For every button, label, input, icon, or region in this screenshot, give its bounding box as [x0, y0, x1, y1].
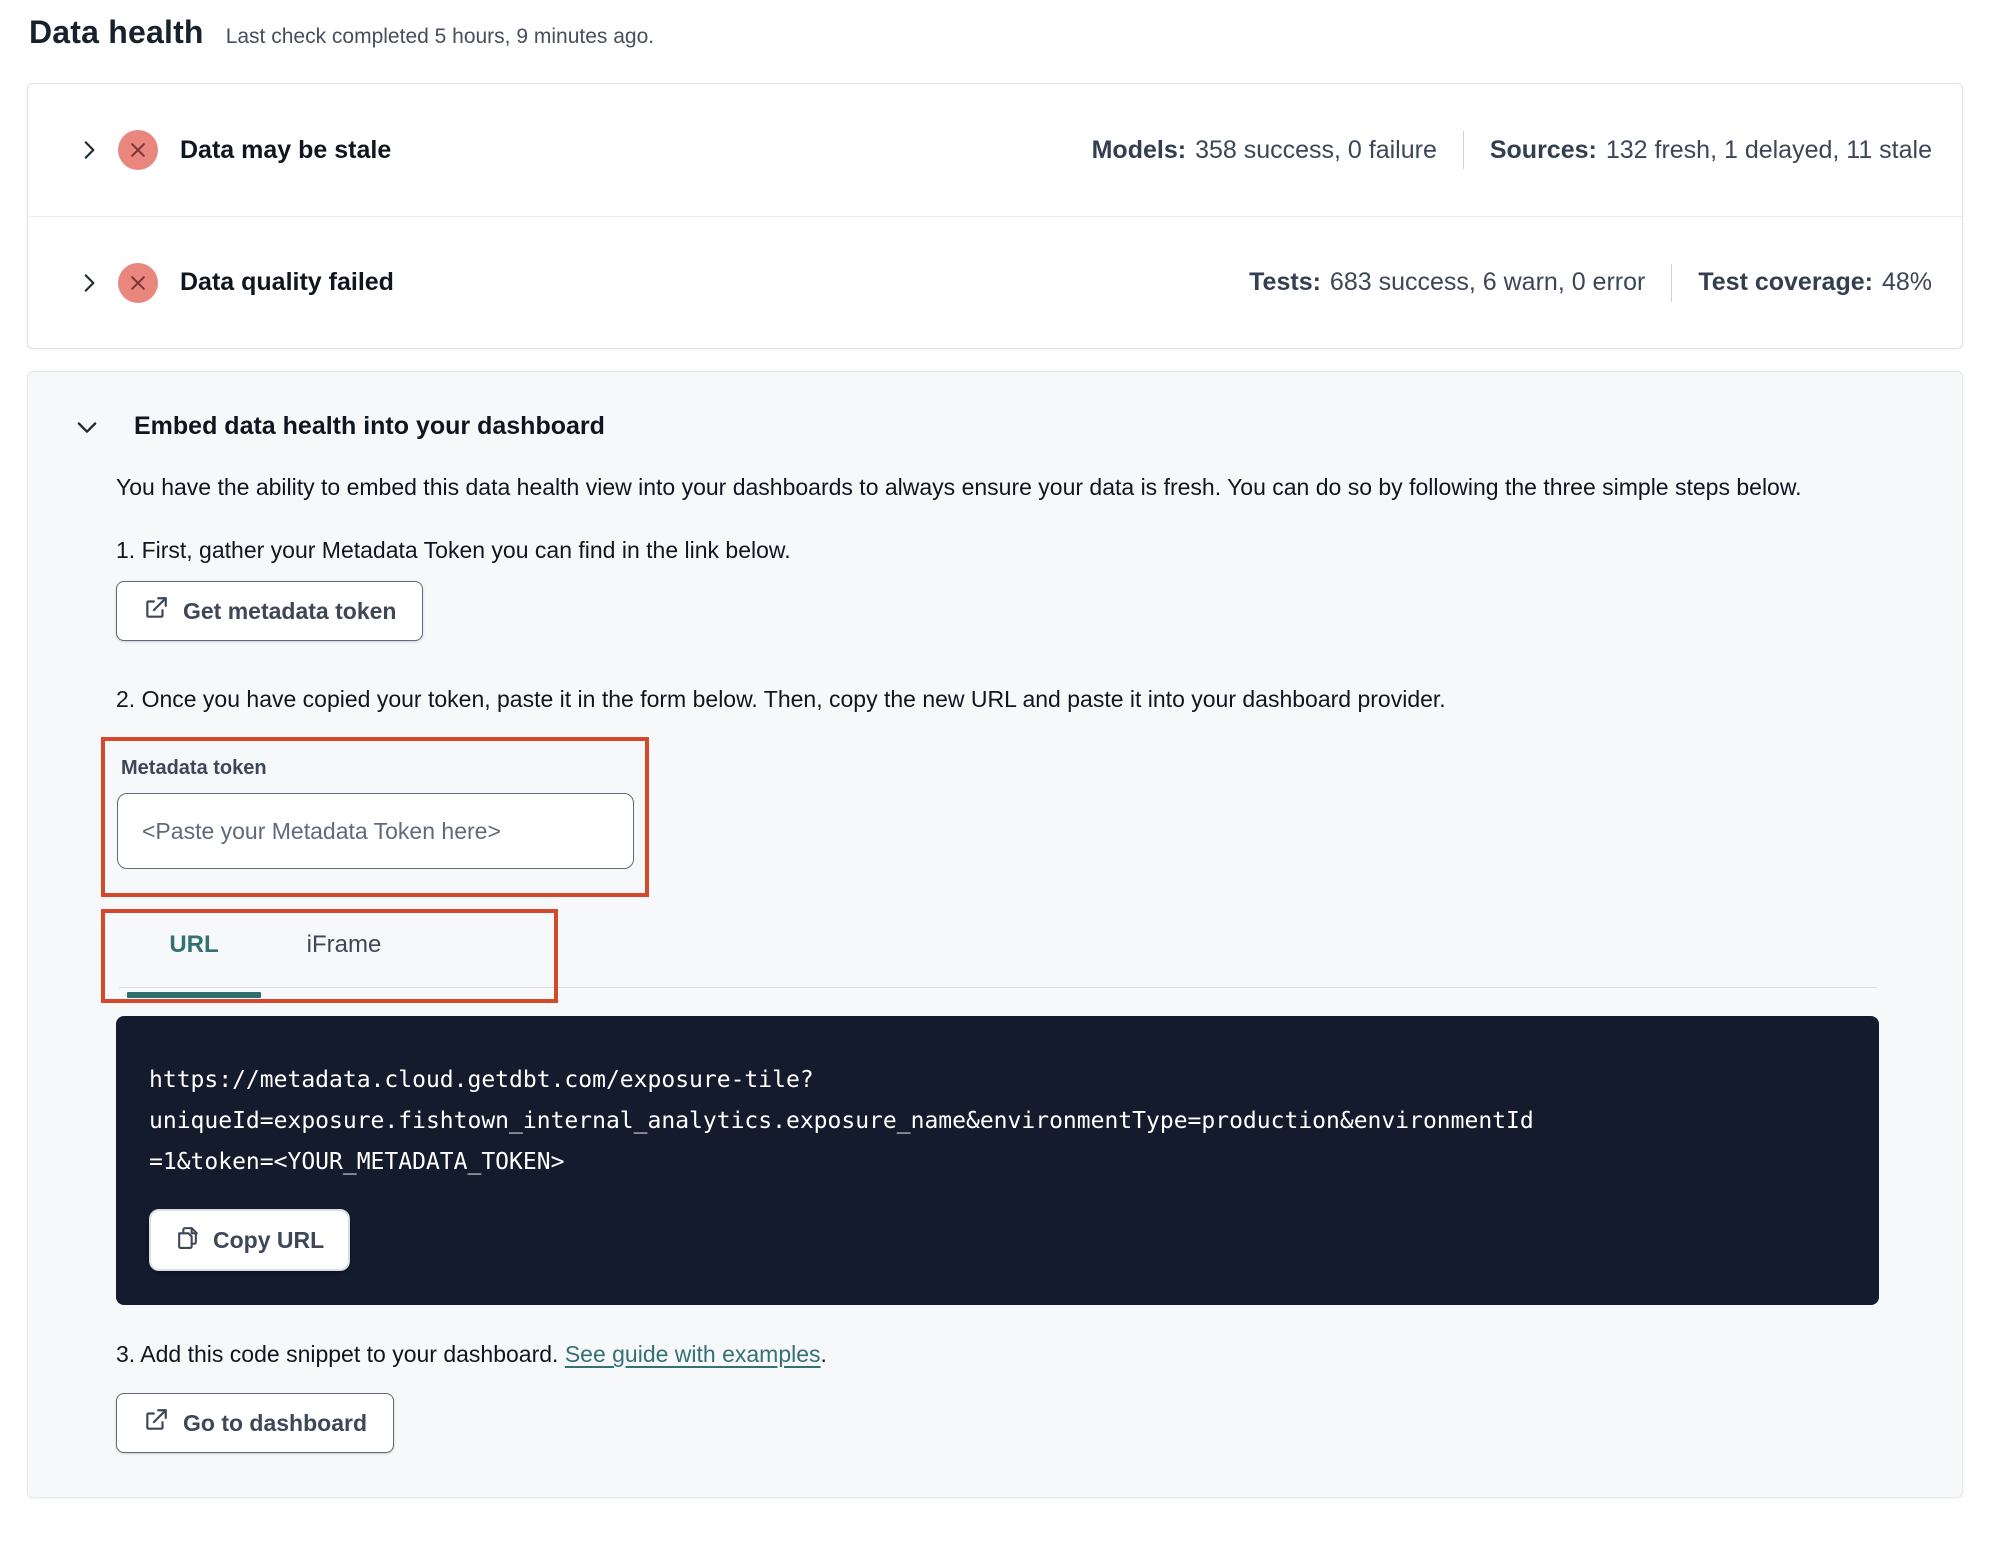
- step2-text: 2. Once you have copied your token, past…: [116, 686, 1446, 712]
- models-stat: Models: 358 success, 0 failure: [1092, 136, 1437, 165]
- tabs-row: URL iFrame: [101, 909, 1877, 998]
- embed-description: You have the ability to embed this data …: [116, 474, 1802, 500]
- external-link-icon: [143, 1407, 169, 1439]
- stat-label: Tests:: [1249, 268, 1321, 296]
- metadata-token-label: Metadata token: [121, 757, 267, 779]
- tab-url[interactable]: URL: [119, 909, 269, 998]
- button-label: Get metadata token: [183, 597, 397, 624]
- error-x-circle-icon: [118, 262, 158, 303]
- status-row-title: Data quality failed: [180, 268, 394, 296]
- last-check-status: Last check completed 5 hours, 9 minutes …: [225, 25, 655, 48]
- chevron-right-icon[interactable]: [76, 270, 102, 296]
- tests-stat: Tests: 683 success, 6 warn, 0 error: [1249, 268, 1645, 297]
- embed-url-code-block: https://metadata.cloud.getdbt.com/exposu…: [116, 1016, 1879, 1305]
- go-to-dashboard-button[interactable]: Go to dashboard: [116, 1393, 394, 1453]
- stat-value: 48%: [1881, 268, 1932, 296]
- step3-text-before: 3. Add this code snippet to your dashboa…: [116, 1341, 565, 1367]
- chevron-down-icon[interactable]: [73, 413, 101, 441]
- coverage-stat: Test coverage: 48%: [1698, 268, 1932, 297]
- embed-panel: Embed data health into your dashboard Yo…: [27, 371, 1963, 1498]
- embed-panel-title: Embed data health into your dashboard: [134, 412, 605, 440]
- error-x-circle-icon: [118, 130, 158, 170]
- external-link-icon: [143, 595, 169, 627]
- stat-divider: [1462, 131, 1464, 169]
- code-line: https://metadata.cloud.getdbt.com/exposu…: [149, 1067, 814, 1093]
- status-row-data-stale[interactable]: Data may be stale Models: 358 success, 0…: [28, 84, 1962, 216]
- embed-panel-header[interactable]: Embed data health into your dashboard: [73, 412, 1877, 441]
- step3-text-after: .: [820, 1341, 827, 1367]
- code-line: =1&token=<YOUR_METADATA_TOKEN>: [149, 1149, 565, 1175]
- get-metadata-token-button[interactable]: Get metadata token: [116, 581, 424, 641]
- stat-label: Test coverage:: [1698, 268, 1873, 296]
- stat-value: 358 success, 0 failure: [1195, 135, 1437, 164]
- data-health-page: Data health Last check completed 5 hours…: [0, 0, 1990, 1498]
- status-row-stats: Models: 358 success, 0 failure Sources: …: [1092, 131, 1932, 169]
- button-label: Go to dashboard: [183, 1409, 367, 1436]
- annotation-box-token: Metadata token: [101, 737, 649, 897]
- page-title: Data health: [29, 14, 204, 50]
- copy-icon: [175, 1225, 200, 1256]
- page-header: Data health Last check completed 5 hours…: [27, 14, 1963, 51]
- code-line: uniqueId=exposure.fishtown_internal_anal…: [149, 1108, 1534, 1134]
- step3-text: 3. Add this code snippet to your dashboa…: [116, 1341, 1877, 1368]
- output-format-tabs: URL iFrame: [101, 909, 1877, 1003]
- stat-label: Sources:: [1489, 135, 1597, 164]
- status-row-data-quality[interactable]: Data quality failed Tests: 683 success, …: [28, 216, 1962, 348]
- copy-url-button[interactable]: Copy URL: [149, 1209, 351, 1271]
- button-label: Copy URL: [213, 1226, 325, 1253]
- stat-value: 132 fresh, 1 delayed, 11 stale: [1605, 135, 1932, 164]
- status-row-title: Data may be stale: [180, 135, 392, 164]
- metadata-token-input[interactable]: [117, 793, 634, 869]
- status-panel: Data may be stale Models: 358 success, 0…: [27, 83, 1963, 349]
- stat-label: Models:: [1091, 135, 1187, 164]
- stat-divider: [1671, 263, 1673, 302]
- sources-stat: Sources: 132 fresh, 1 delayed, 11 stale: [1490, 136, 1932, 165]
- guide-examples-link[interactable]: See guide with examples: [565, 1341, 821, 1367]
- stat-value: 683 success, 6 warn, 0 error: [1329, 268, 1646, 296]
- chevron-right-icon[interactable]: [76, 137, 102, 163]
- step1-text: 1. First, gather your Metadata Token you…: [116, 537, 791, 563]
- status-row-stats: Tests: 683 success, 6 warn, 0 error Test…: [1249, 263, 1932, 302]
- tab-iframe[interactable]: iFrame: [269, 909, 419, 988]
